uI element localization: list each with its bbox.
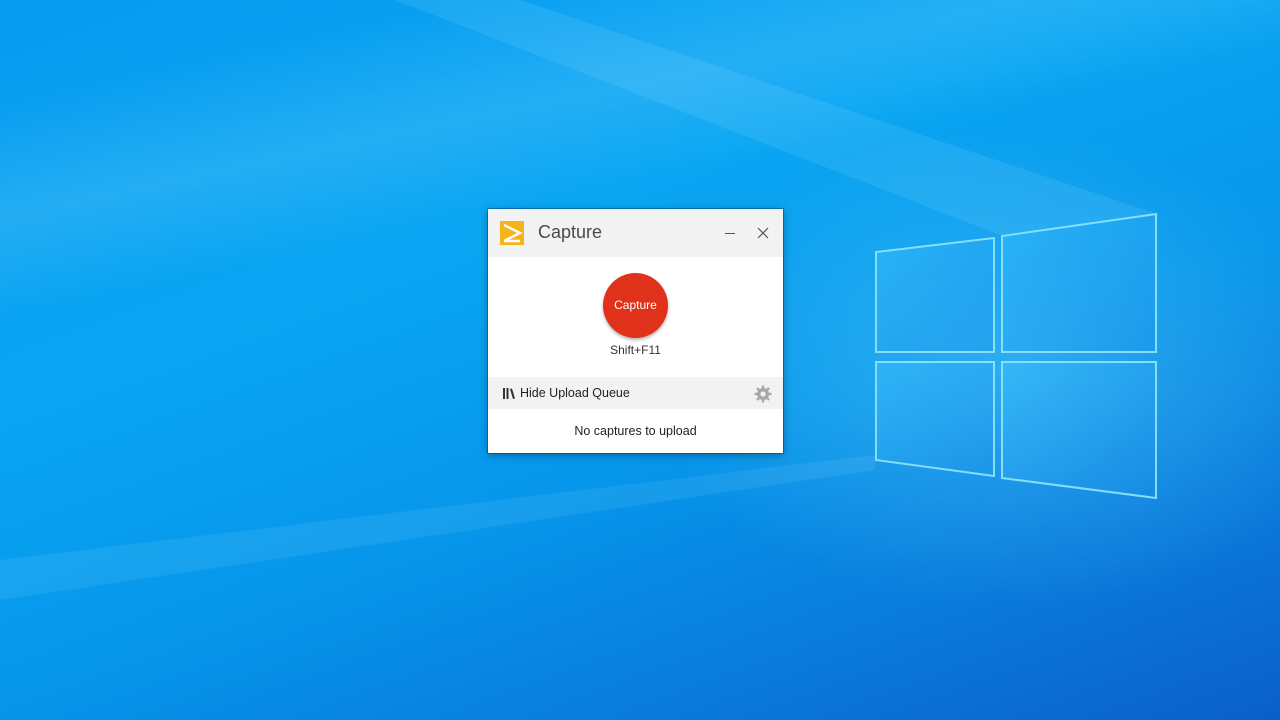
capture-window: Capture Capture Shift+F11 Hide Upload Qu…	[488, 209, 783, 453]
capture-button[interactable]: Capture	[603, 273, 668, 338]
books-icon	[502, 386, 516, 400]
upload-queue-empty-message: No captures to upload	[574, 424, 697, 438]
hide-upload-queue-toggle[interactable]: Hide Upload Queue	[502, 384, 630, 402]
title-bar[interactable]: Capture	[488, 209, 783, 257]
window-title: Capture	[538, 222, 603, 242]
settings-button[interactable]	[754, 385, 772, 403]
capture-app-icon	[500, 221, 524, 245]
upload-queue-bar: Hide Upload Queue	[488, 377, 783, 409]
minimize-button[interactable]	[716, 219, 744, 247]
gear-icon	[754, 385, 772, 403]
capture-shortcut: Shift+F11	[610, 343, 661, 357]
minimize-icon	[725, 233, 735, 234]
desktop: Capture Capture Shift+F11 Hide Upload Qu…	[0, 0, 1280, 720]
close-icon	[757, 227, 769, 239]
hide-upload-queue-label: Hide Upload Queue	[520, 386, 630, 400]
close-button[interactable]	[749, 219, 777, 247]
